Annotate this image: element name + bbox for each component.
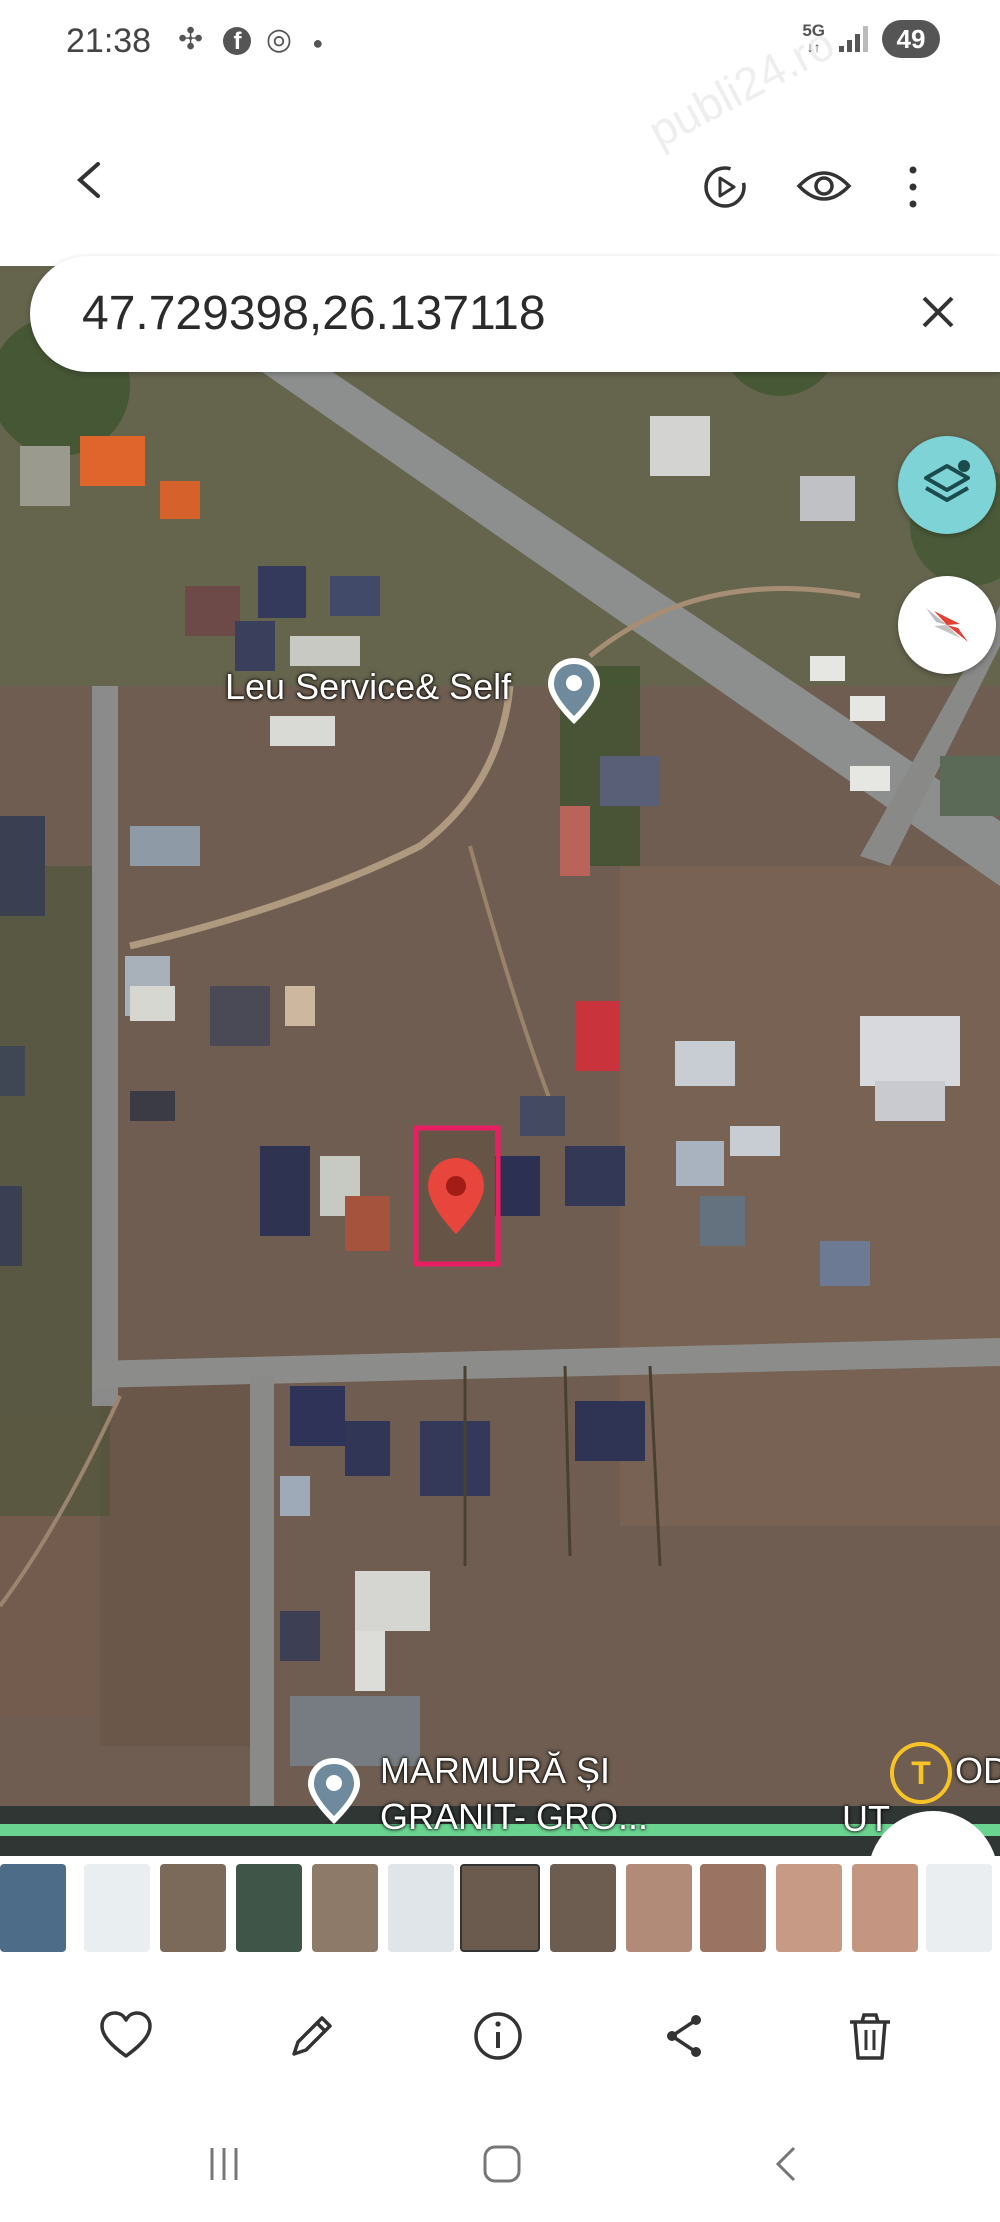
back-arrow-icon[interactable]: [70, 160, 110, 200]
edge-label-top: OD: [955, 1750, 1000, 1791]
motion-photo-icon[interactable]: [700, 162, 750, 212]
recents-icon[interactable]: [204, 2144, 244, 2184]
system-nav-bar: [0, 2112, 1000, 2222]
satellite-imagery: [0, 266, 1000, 1856]
poi-pin-icon[interactable]: [306, 1756, 362, 1826]
poi-label-marmura-line2[interactable]: GRANIT- GRO...: [380, 1796, 648, 1838]
favorite-icon[interactable]: [98, 2008, 154, 2064]
dot-icon: ●: [312, 33, 330, 53]
selected-location-pin[interactable]: [426, 1156, 486, 1236]
more-vert-icon[interactable]: [900, 162, 926, 212]
eye-icon[interactable]: [796, 164, 852, 208]
thumbnail[interactable]: [926, 1864, 992, 1952]
thumbnail[interactable]: [84, 1864, 150, 1952]
thumbnail[interactable]: [550, 1864, 616, 1952]
thumbnail[interactable]: [0, 1864, 66, 1952]
thumbnail[interactable]: [312, 1864, 378, 1952]
battery-indicator: 49: [882, 20, 940, 58]
thumbnail[interactable]: [776, 1864, 842, 1952]
poi-label-marmura-line1[interactable]: MARMURĂ ȘI: [380, 1750, 610, 1792]
notification-icons: ✣ f ◎ ●: [178, 22, 329, 57]
thumbnail-selected[interactable]: [460, 1864, 540, 1952]
network-label: 5G ↓↑: [802, 21, 825, 55]
thumbnail[interactable]: [388, 1864, 454, 1952]
edit-icon[interactable]: [284, 2008, 340, 2064]
thumbnail[interactable]: [236, 1864, 302, 1952]
layers-icon: [924, 460, 970, 502]
back-icon[interactable]: [766, 2144, 806, 2184]
thumbnail[interactable]: [700, 1864, 766, 1952]
thumbnail[interactable]: [160, 1864, 226, 1952]
status-right: 5G ↓↑ 49: [802, 20, 940, 58]
status-time: 21:38: [66, 22, 152, 60]
close-icon[interactable]: [918, 292, 958, 332]
facebook-icon: f: [223, 27, 252, 55]
thumbnail[interactable]: [852, 1864, 918, 1952]
search-input[interactable]: 47.729398,26.137118: [82, 286, 546, 341]
satellite-map[interactable]: Leu Service& Self MARMURĂ ȘI GRANIT- GRO…: [0, 266, 1000, 1856]
text-recognition-icon[interactable]: T: [890, 1742, 952, 1804]
layers-button[interactable]: [898, 436, 996, 534]
fingerprint-icon: ◎: [265, 23, 299, 56]
app-bar: [0, 90, 1000, 266]
poi-label-leu-service[interactable]: Leu Service& Self: [225, 666, 511, 708]
home-icon[interactable]: [482, 2144, 522, 2184]
thumbnail[interactable]: [626, 1864, 692, 1952]
bottom-action-bar: [0, 1962, 1000, 2112]
signal-icon: [839, 26, 868, 52]
pinwheel-icon: ✣: [178, 23, 210, 56]
compass-icon: [926, 608, 968, 642]
coordinates-search-bar[interactable]: 47.729398,26.137118: [30, 256, 1000, 372]
info-icon[interactable]: [470, 2008, 526, 2064]
share-icon[interactable]: [656, 2008, 712, 2064]
thumbnail-strip[interactable]: [0, 1856, 1000, 1962]
compass-button[interactable]: [898, 576, 996, 674]
status-bar: 21:38 ✣ f ◎ ● 5G ↓↑ 49: [0, 0, 1000, 90]
delete-icon[interactable]: [842, 2008, 898, 2064]
poi-pin-icon[interactable]: [546, 656, 602, 726]
